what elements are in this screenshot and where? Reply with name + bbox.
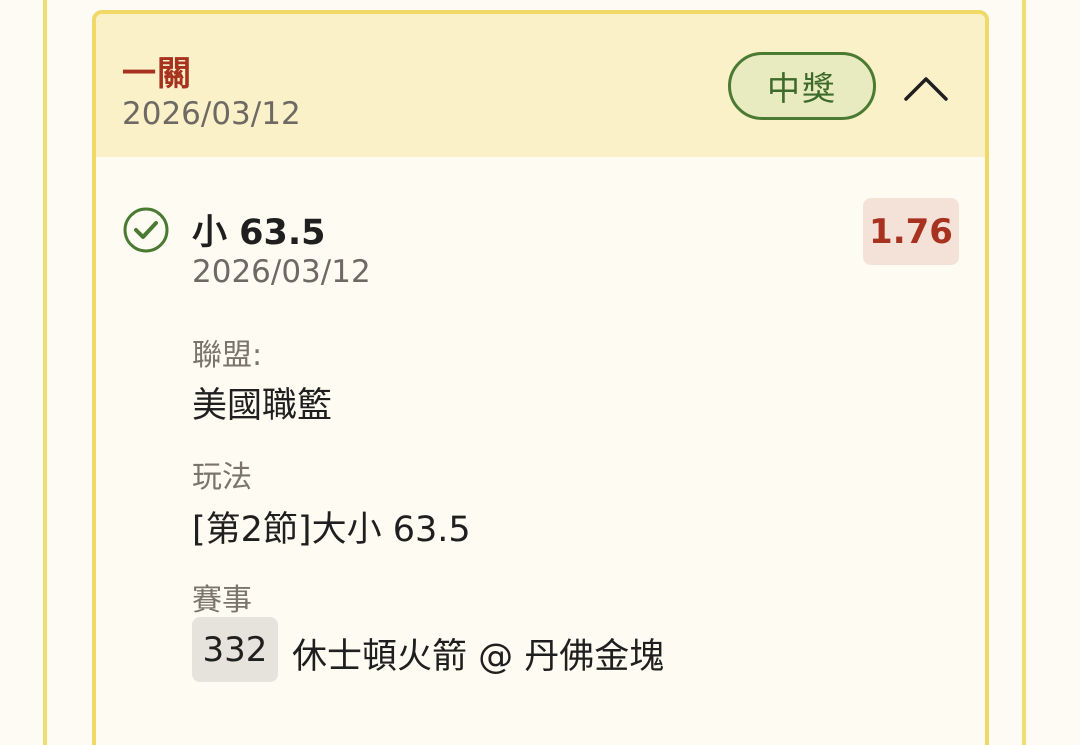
league-label: 聯盟:	[192, 338, 263, 373]
bet-type-label: 一關	[122, 54, 192, 94]
bet-card: 一關 2026/03/12 中獎 小 63.5 2026/03/12 1.76 …	[92, 10, 989, 745]
win-status-badge: 中獎	[728, 52, 876, 120]
market-value: [第2節]大小 63.5	[192, 510, 471, 550]
selection-date: 2026/03/12	[192, 254, 371, 290]
chevron-up-icon	[904, 77, 948, 101]
odds-badge: 1.76	[863, 198, 959, 265]
check-circle-icon	[123, 207, 169, 253]
market-label: 玩法	[192, 460, 252, 495]
bet-card-header[interactable]: 一關 2026/03/12 中獎	[96, 14, 985, 157]
collapse-button[interactable]	[896, 58, 956, 118]
bet-date: 2026/03/12	[122, 96, 301, 132]
event-number-badge: 332	[192, 617, 278, 682]
event-label: 賽事	[192, 583, 252, 618]
bet-detail-page: 一關 2026/03/12 中獎 小 63.5 2026/03/12 1.76 …	[0, 0, 1080, 745]
event-name: 休士頓火箭 @ 丹佛金塊	[292, 637, 665, 677]
selection-name: 小 63.5	[192, 213, 326, 253]
league-value: 美國職籃	[192, 386, 333, 426]
